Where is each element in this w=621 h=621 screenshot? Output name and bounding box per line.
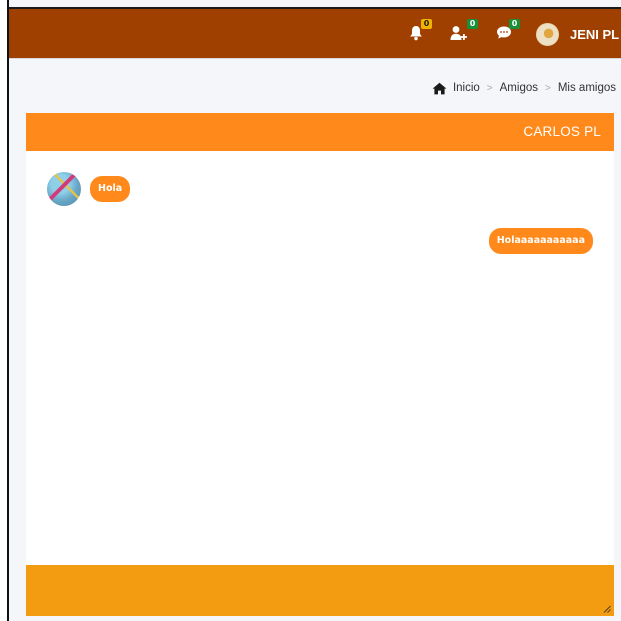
notifications-button[interactable]: 0 <box>409 19 433 45</box>
messages-count-badge: 0 <box>509 19 520 29</box>
top-navbar: 0 0 0 JENI PL <box>9 9 621 59</box>
breadcrumb-separator: > <box>486 82 493 94</box>
message-bubble: Holaaaaaaaaaaa <box>488 228 593 254</box>
breadcrumb-inicio[interactable]: Inicio <box>453 82 480 94</box>
message-input-area[interactable] <box>26 565 614 616</box>
outgoing-message: Holaaaaaaaaaaa <box>488 228 593 254</box>
user-plus-icon <box>450 26 467 40</box>
user-avatar <box>536 22 559 46</box>
resize-handle-icon[interactable] <box>603 605 611 613</box>
window-border-left <box>7 0 9 621</box>
breadcrumb-amigos[interactable]: Amigos <box>500 82 538 94</box>
breadcrumb-mis-amigos: Mis amigos <box>557 82 616 94</box>
user-name: JENI PL <box>570 26 620 42</box>
friend-requests-count-badge: 0 <box>467 19 478 29</box>
message-bubble: Hola <box>90 176 131 202</box>
home-icon[interactable] <box>432 82 447 95</box>
chat-contact-name: CARLOS PL <box>523 124 601 139</box>
chat-header: CARLOS PL <box>26 113 614 151</box>
breadcrumb: Inicio > Amigos > Mis amigos <box>432 80 616 96</box>
notifications-count-badge: 0 <box>421 19 432 29</box>
breadcrumb-separator: > <box>545 82 551 94</box>
app-frame: 0 0 0 JENI PL Inicio > Amigos > Mis amig… <box>0 0 621 621</box>
user-menu[interactable]: JENI PL <box>536 21 619 47</box>
friend-requests-button[interactable]: 0 <box>450 19 478 45</box>
chat-card: CARLOS PL Hola Holaaaaaaaaaaa <box>26 113 614 616</box>
window-edge <box>0 0 7 621</box>
incoming-message: Hola <box>47 172 131 206</box>
contact-avatar <box>47 172 81 206</box>
messages-button[interactable]: 0 <box>496 19 520 45</box>
